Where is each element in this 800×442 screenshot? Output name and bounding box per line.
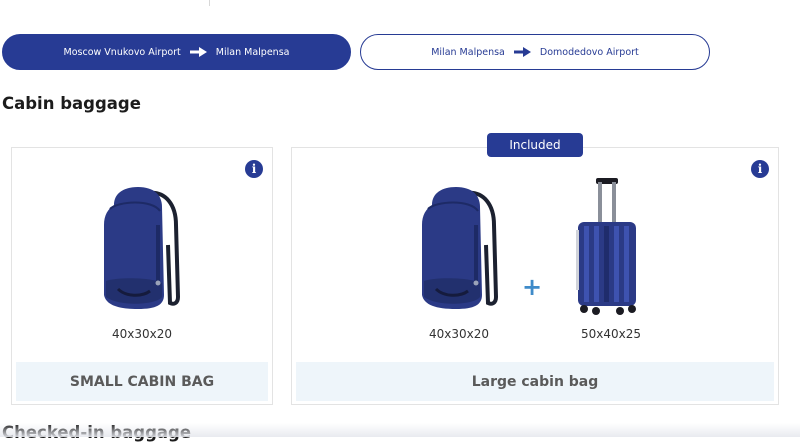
bag-option-name[interactable]: Large cabin bag — [296, 362, 774, 401]
bag-option-name[interactable]: SMALL CABIN BAG — [16, 362, 268, 401]
arrow-right-icon — [513, 47, 531, 57]
info-icon[interactable]: i — [751, 160, 769, 178]
bag-dimensions: 50x40x25 — [580, 327, 641, 341]
bag-dimensions: 40x30x20 — [428, 327, 489, 341]
arrow-right-icon — [189, 47, 207, 57]
backpack-icon — [414, 185, 500, 317]
route-destination: Domodedovo Airport — [539, 46, 639, 58]
plus-icon: + — [522, 273, 543, 301]
top-divider — [209, 0, 210, 6]
bottom-fade — [0, 423, 800, 437]
backpack-icon — [96, 185, 182, 317]
small-cabin-bag-card[interactable]: i 40x30x20 SMALL CABIN BAG — [11, 147, 273, 405]
route-origin: Moscow Vnukovo Airport — [63, 46, 181, 58]
included-badge: Included — [487, 133, 583, 157]
route-destination: Milan Malpensa — [215, 46, 290, 58]
route-origin: Milan Malpensa — [431, 46, 505, 58]
route-tab-outbound[interactable]: Moscow Vnukovo Airport Milan Malpensa — [2, 34, 351, 70]
cabin-baggage-title: Cabin baggage — [2, 94, 141, 113]
info-icon[interactable]: i — [245, 160, 263, 178]
large-cabin-bag-card[interactable]: i + 40x30x20 50x40x25 Large cabin bag — [291, 147, 779, 405]
bag-dimensions: 40x30x20 — [111, 327, 172, 341]
route-tab-return[interactable]: Milan Malpensa Domodedovo Airport — [360, 34, 710, 70]
trolley-suitcase-icon — [572, 176, 644, 320]
